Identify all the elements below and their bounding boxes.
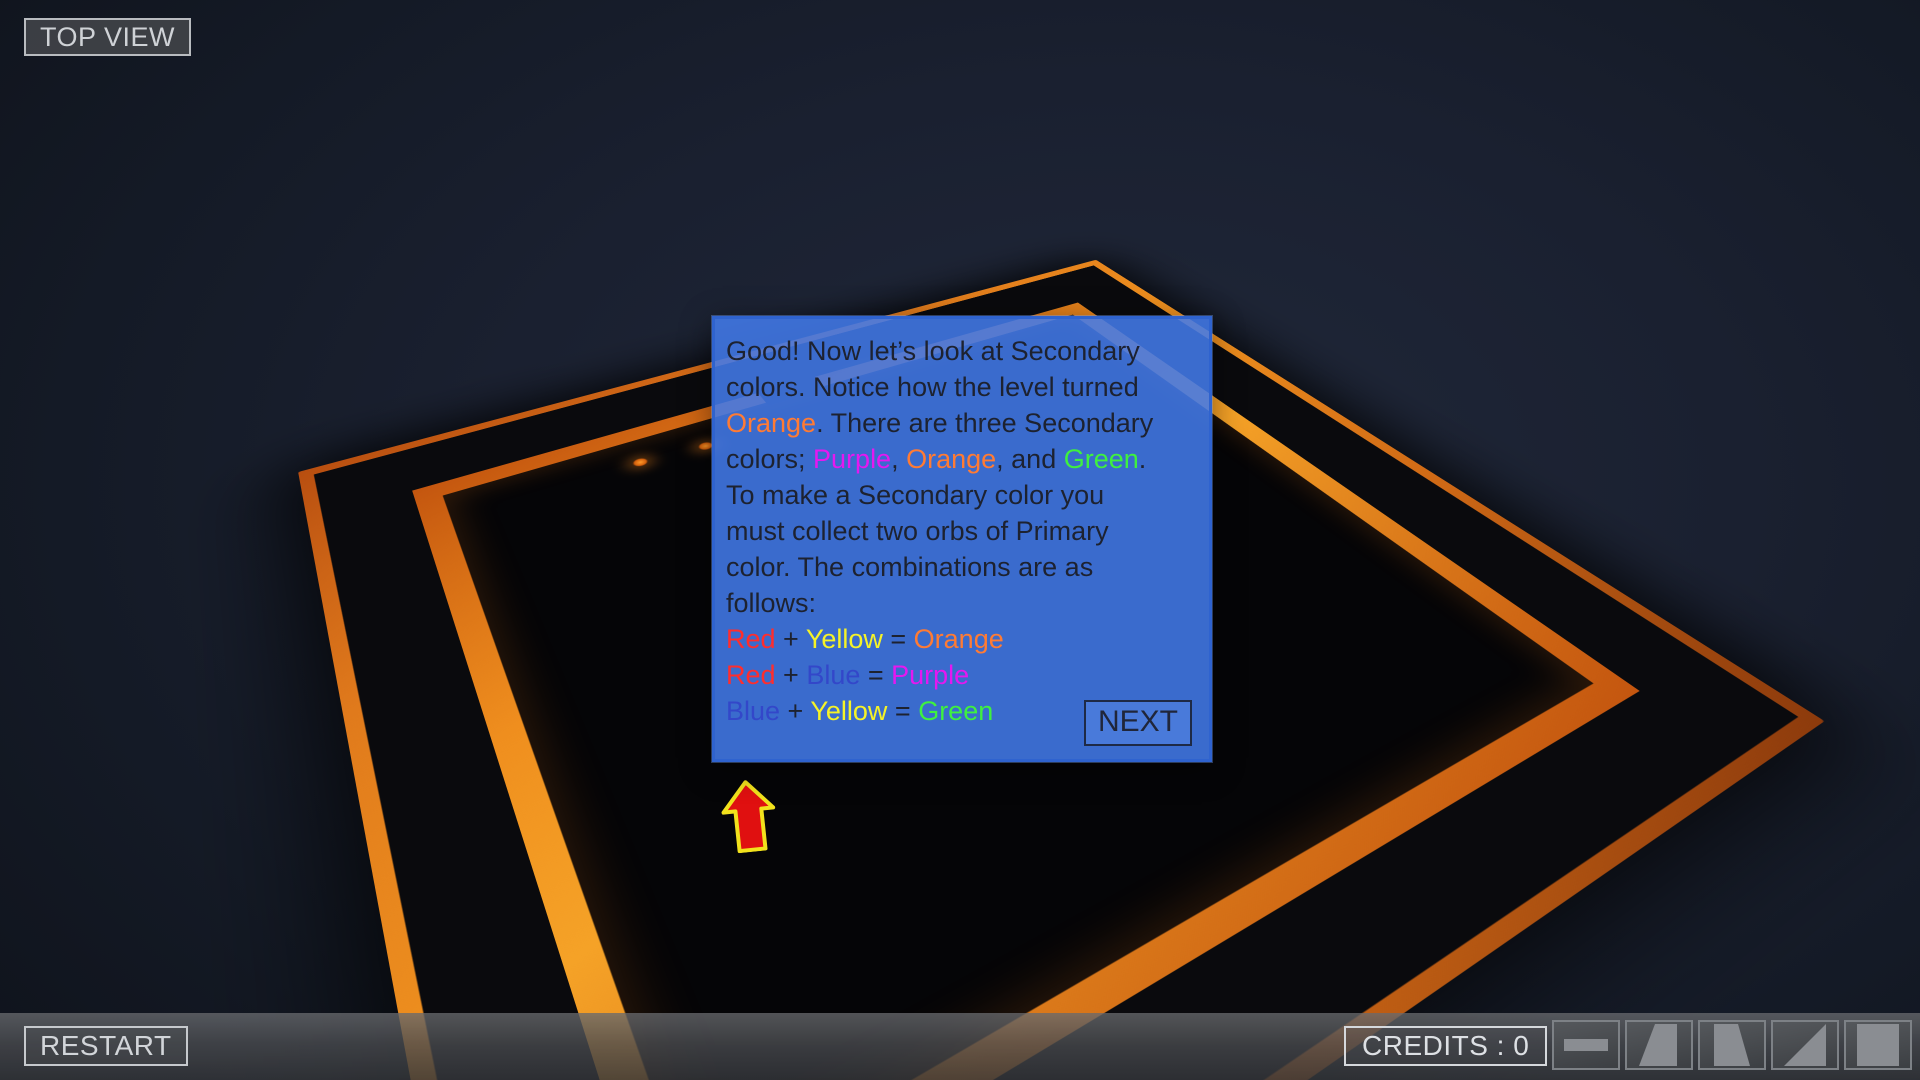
- tutorial-text-colored: Green: [918, 696, 994, 726]
- tutorial-text-colored: Purple: [891, 660, 970, 690]
- speed-controls: [1552, 1020, 1912, 1070]
- speed-max-button[interactable]: [1844, 1020, 1912, 1070]
- tutorial-text-plain: +: [780, 696, 811, 726]
- triangle-icon: [1784, 1024, 1826, 1066]
- speed-normal-button[interactable]: [1698, 1020, 1766, 1070]
- tutorial-text-plain: Good! Now let’s look at Secondary: [726, 336, 1140, 366]
- speed-fast-button[interactable]: [1771, 1020, 1839, 1070]
- tutorial-text-plain: follows:: [726, 588, 817, 618]
- tutorial-text-plain: ,: [891, 444, 907, 474]
- tutorial-dialog-text: Good! Now let’s look at Secondary colors.…: [726, 333, 1195, 729]
- speed-slow-button[interactable]: [1625, 1020, 1693, 1070]
- tutorial-text-line: colors. Notice how the level turned: [726, 369, 1195, 405]
- tutorial-text-line: follows:: [726, 585, 1195, 621]
- ramp-down-icon: [1714, 1024, 1750, 1066]
- tutorial-text-line: color. The combinations are as: [726, 549, 1195, 585]
- square-icon: [1857, 1024, 1899, 1066]
- tutorial-text-colored: Yellow: [810, 696, 888, 726]
- ramp-up-icon: [1639, 1024, 1677, 1066]
- start-arrow-icon: [721, 780, 776, 854]
- tutorial-text-plain: =: [860, 660, 892, 690]
- tutorial-text-colored: Yellow: [805, 624, 883, 654]
- bar-icon: [1564, 1039, 1608, 1051]
- tutorial-text-plain: +: [775, 660, 807, 690]
- tutorial-text-line: Red + Blue = Purple: [726, 657, 1195, 693]
- top-view-button[interactable]: TOP VIEW: [24, 18, 192, 56]
- tutorial-text-colored: Green: [1063, 444, 1139, 474]
- tutorial-text-plain: must collect two orbs of Primary: [726, 516, 1109, 546]
- tutorial-text-colored: Purple: [813, 444, 892, 474]
- game-screen: Good! Now let’s look at Secondary colors.…: [0, 0, 1920, 1080]
- tutorial-text-plain: color. The combinations are as: [726, 552, 1094, 582]
- tutorial-text-line: Orange. There are three Secondary: [726, 405, 1195, 441]
- tutorial-text-colored: Orange: [913, 624, 1004, 654]
- bottom-toolbar: RESTART CREDITS : 0: [0, 1013, 1920, 1080]
- next-button[interactable]: NEXT: [1083, 700, 1192, 746]
- tutorial-text-plain: colors. Notice how the level turned: [726, 372, 1139, 402]
- tutorial-text-plain: .: [1138, 444, 1147, 474]
- tutorial-text-line: colors; Purple, Orange, and Green.: [726, 441, 1195, 477]
- tutorial-text-plain: =: [887, 696, 919, 726]
- tutorial-text-colored: Blue: [726, 696, 781, 726]
- tutorial-text-plain: . There are three Secondary: [816, 408, 1154, 438]
- tutorial-text-line: Good! Now let’s look at Secondary: [726, 333, 1195, 369]
- tutorial-text-plain: colors;: [726, 444, 814, 474]
- tutorial-text-line: To make a Secondary color you: [726, 477, 1195, 513]
- tutorial-text-plain: , and: [996, 444, 1064, 474]
- restart-button[interactable]: RESTART: [24, 1026, 188, 1066]
- speed-pause-button[interactable]: [1552, 1020, 1620, 1070]
- tutorial-text-plain: =: [882, 624, 914, 654]
- tutorial-text-colored: Orange: [906, 444, 997, 474]
- credits-display: CREDITS : 0: [1344, 1026, 1548, 1066]
- tutorial-text-colored: Blue: [806, 660, 861, 690]
- tutorial-dialog: Good! Now let’s look at Secondary colors.…: [712, 316, 1212, 762]
- tutorial-text-colored: Orange: [726, 408, 817, 438]
- tutorial-text-line: Red + Yellow = Orange: [726, 621, 1195, 657]
- tutorial-text-line: must collect two orbs of Primary: [726, 513, 1195, 549]
- tutorial-text-colored: Red: [726, 660, 776, 690]
- tutorial-text-colored: Red: [726, 624, 776, 654]
- tutorial-text-plain: To make a Secondary color you: [726, 480, 1105, 510]
- tutorial-text-plain: +: [775, 624, 806, 654]
